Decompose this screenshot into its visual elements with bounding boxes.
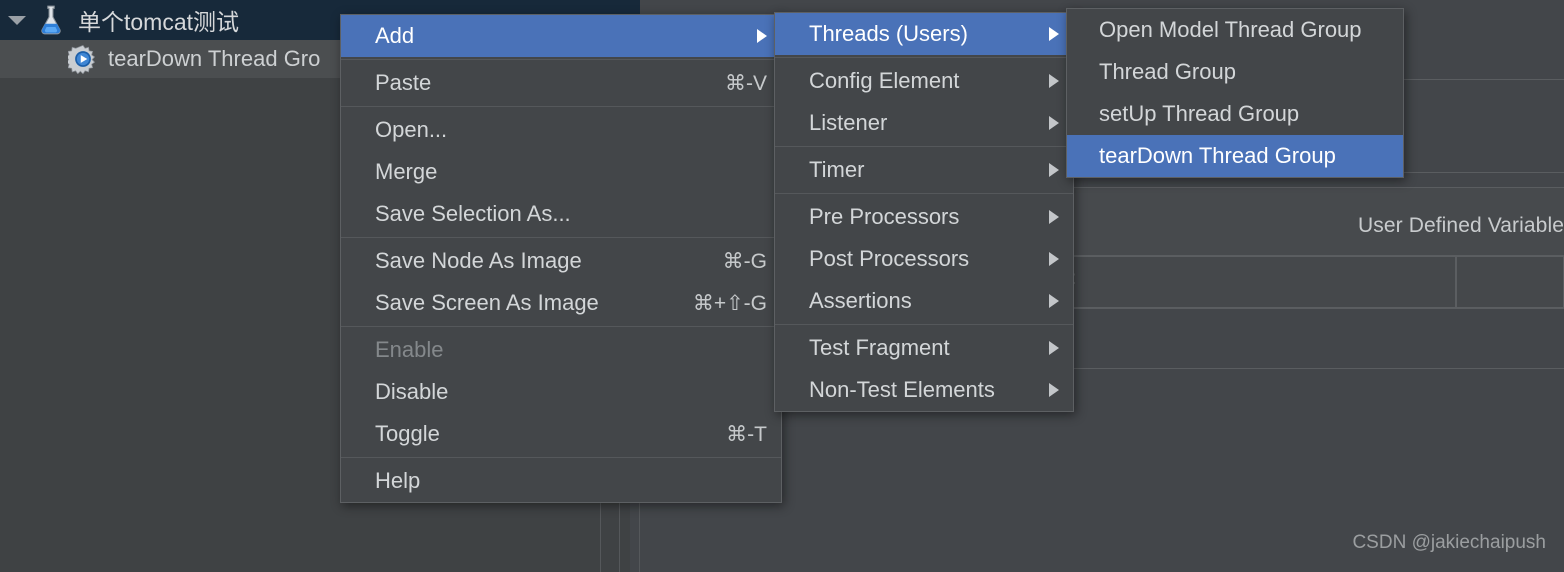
menu-item-label: Test Fragment — [809, 335, 950, 360]
add-submenu-item[interactable]: Test Fragment — [775, 327, 1073, 369]
context-menu-item[interactable]: Save Selection As... — [341, 193, 781, 235]
user-defined-variables-title: User Defined Variable — [1358, 214, 1564, 237]
add-submenu-item[interactable]: Post Processors — [775, 238, 1073, 280]
context-menu-item[interactable]: Open... — [341, 109, 781, 151]
context-menu[interactable]: Add Paste ⌘-V Open... Merge Save Selection As… — [340, 14, 782, 503]
menu-item-label: Threads (Users) — [809, 21, 968, 46]
menu-item-label: Disable — [375, 379, 449, 404]
context-menu-item[interactable]: Save Screen As Image ⌘+⇧-G — [341, 282, 781, 324]
add-submenu[interactable]: Threads (Users) Config Element Listener Tim… — [774, 12, 1074, 412]
add-submenu-item[interactable]: Threads (Users) — [775, 13, 1073, 55]
menu-item-shortcut: ⌘-V — [725, 71, 767, 95]
submenu-arrow-icon — [1049, 252, 1059, 266]
context-menu-item[interactable]: Toggle ⌘-T — [341, 413, 781, 455]
submenu-arrow-icon — [1049, 27, 1059, 41]
menu-item-label: Merge — [375, 159, 438, 184]
submenu-arrow-icon — [1049, 116, 1059, 130]
add-submenu-item[interactable]: Pre Processors — [775, 196, 1073, 238]
threads-submenu-item[interactable]: setUp Thread Group — [1067, 93, 1403, 135]
threads-submenu-item[interactable]: Open Model Thread Group — [1067, 9, 1403, 51]
menu-item-label: Open Model Thread Group — [1099, 17, 1362, 42]
menu-item-label: Save Screen As Image — [375, 290, 599, 315]
submenu-arrow-icon — [1049, 383, 1059, 397]
menu-item-label: Save Selection As... — [375, 201, 571, 226]
menu-separator — [775, 57, 1073, 58]
menu-item-label: Help — [375, 468, 421, 493]
watermark: CSDN @jakiechaipush — [1352, 532, 1546, 553]
tree-node-label: 单个tomcat测试 — [78, 9, 240, 35]
menu-item-label: Save Node As Image — [375, 248, 582, 273]
submenu-arrow-icon — [1049, 163, 1059, 177]
menu-item-label: Listener — [809, 110, 888, 135]
menu-separator — [341, 457, 781, 458]
menu-separator — [341, 237, 781, 238]
context-menu-item[interactable]: Merge — [341, 151, 781, 193]
expander-icon[interactable] — [0, 15, 34, 25]
add-submenu-item[interactable]: Config Element — [775, 60, 1073, 102]
context-menu-item[interactable]: Add — [341, 15, 781, 57]
context-menu-item: Enable — [341, 329, 781, 371]
menu-separator — [775, 324, 1073, 325]
menu-item-label: Pre Processors — [809, 204, 960, 229]
add-submenu-item[interactable]: Listener — [775, 102, 1073, 144]
menu-item-label: Config Element — [809, 68, 960, 93]
menu-separator — [775, 193, 1073, 194]
menu-item-label: Add — [375, 23, 415, 48]
menu-item-label: Non-Test Elements — [809, 377, 995, 402]
add-submenu-item[interactable]: Timer — [775, 149, 1073, 191]
context-menu-item[interactable]: Paste ⌘-V — [341, 62, 781, 104]
context-menu-item[interactable]: Disable — [341, 371, 781, 413]
threads-submenu-item[interactable]: tearDown Thread Group — [1067, 135, 1403, 177]
submenu-arrow-icon — [1049, 294, 1059, 308]
menu-item-label: Open... — [375, 117, 448, 142]
jmeter-window: e: User Defined Variable 单个tomcat测试 tear… — [0, 0, 1564, 572]
threads-submenu-item[interactable]: Thread Group — [1067, 51, 1403, 93]
menu-item-shortcut: ⌘+⇧-G — [692, 291, 767, 315]
menu-item-label: Enable — [375, 337, 444, 362]
gear-play-icon — [68, 44, 96, 74]
flask-icon — [41, 5, 61, 35]
menu-item-label: Timer — [809, 157, 865, 182]
context-menu-item[interactable]: Help — [341, 460, 781, 502]
menu-separator — [341, 59, 781, 60]
menu-item-label: setUp Thread Group — [1099, 101, 1300, 126]
submenu-arrow-icon — [1049, 341, 1059, 355]
menu-item-label: Thread Group — [1099, 59, 1236, 84]
tree-node-label: tearDown Thread Gro — [108, 46, 321, 71]
add-submenu-item[interactable]: Non-Test Elements — [775, 369, 1073, 411]
menu-separator — [775, 146, 1073, 147]
submenu-arrow-icon — [757, 29, 767, 43]
submenu-arrow-icon — [1049, 74, 1059, 88]
menu-item-label: Post Processors — [809, 246, 970, 271]
menu-item-label: Toggle — [375, 421, 440, 446]
add-submenu-item[interactable]: Assertions — [775, 280, 1073, 322]
menu-separator — [341, 326, 781, 327]
menu-item-shortcut: ⌘-T — [726, 422, 767, 446]
submenu-arrow-icon — [1049, 210, 1059, 224]
context-menu-item[interactable]: Save Node As Image ⌘-G — [341, 240, 781, 282]
menu-item-label: Assertions — [809, 288, 912, 313]
menu-item-shortcut: ⌘-G — [722, 249, 767, 273]
menu-item-label: Paste — [375, 70, 432, 95]
threads-submenu[interactable]: Open Model Thread Group Thread Group setUp… — [1066, 8, 1404, 178]
menu-separator — [341, 106, 781, 107]
menu-item-label: tearDown Thread Group — [1099, 143, 1336, 168]
